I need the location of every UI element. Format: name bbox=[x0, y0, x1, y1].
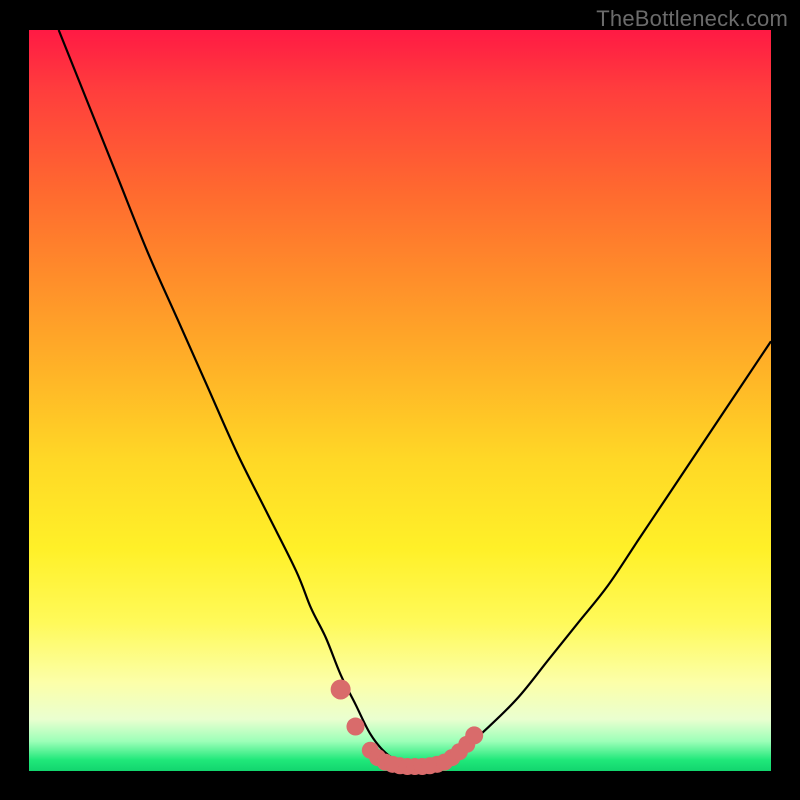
valley-marker bbox=[346, 718, 364, 736]
valley-marker bbox=[465, 726, 483, 744]
bottleneck-curve bbox=[59, 30, 771, 766]
watermark-text: TheBottleneck.com bbox=[596, 6, 788, 32]
valley-markers bbox=[331, 679, 484, 775]
plot-area bbox=[29, 30, 771, 771]
valley-marker bbox=[331, 679, 351, 699]
chart-frame: TheBottleneck.com bbox=[0, 0, 800, 800]
chart-svg bbox=[29, 30, 771, 771]
